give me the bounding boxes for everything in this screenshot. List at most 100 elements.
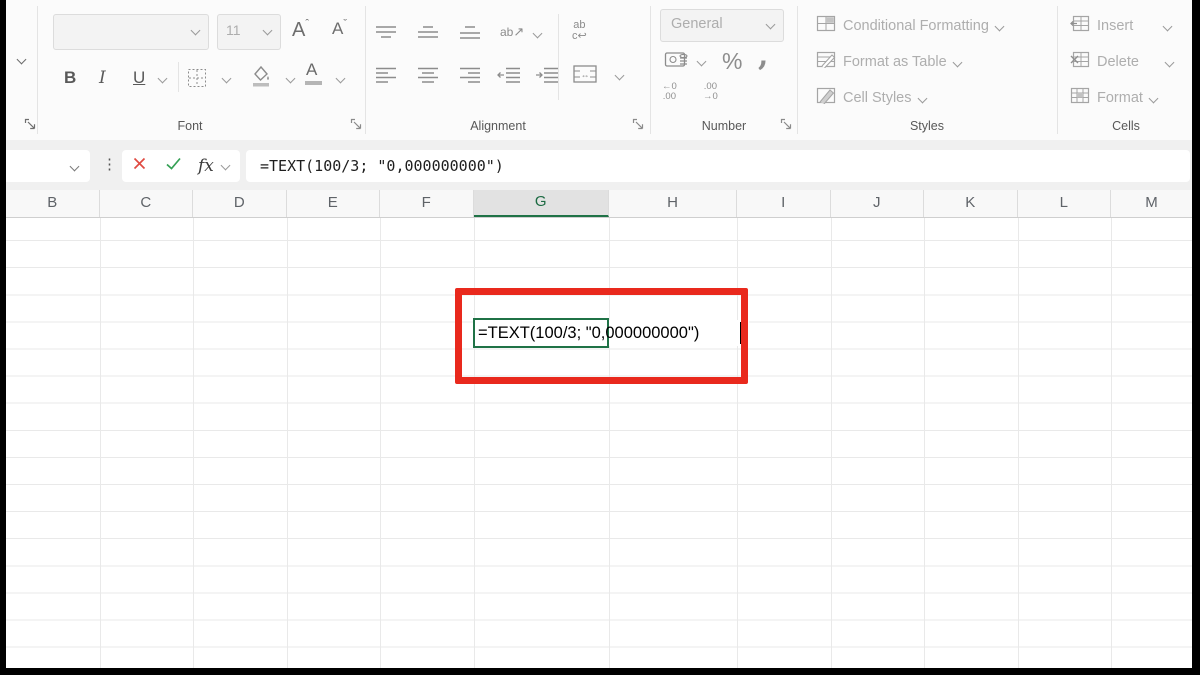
- fx-dropdown-chevron-icon[interactable]: [220, 160, 231, 170]
- align-middle-button[interactable]: [416, 24, 440, 42]
- grid-row-lines: [6, 218, 1192, 668]
- font-dialog-launcher-icon[interactable]: [350, 118, 363, 131]
- number-dialog-launcher-icon[interactable]: [780, 118, 793, 131]
- chevron-down-icon: [1164, 57, 1175, 67]
- column-header[interactable]: H: [609, 190, 737, 217]
- grid-column-line: [99, 218, 101, 668]
- grid-column-line: [286, 218, 288, 668]
- insert-function-button[interactable]: fx: [198, 156, 214, 176]
- column-header[interactable]: E: [287, 190, 380, 217]
- underline-button[interactable]: U: [133, 60, 145, 96]
- wrap-text-button[interactable]: ab c↩: [572, 20, 587, 42]
- wrap-arrow-icon: ↩: [577, 30, 587, 42]
- formula-bar: ⋮ fx =TEXT(100/3; "0,000000000"): [6, 140, 1192, 191]
- excel-app: 11 Aˆ Aˇ B I U A Font ab↗ ab c↩ ↔ Alignm…: [6, 0, 1192, 668]
- orientation-dropdown-chevron-icon[interactable]: [532, 28, 543, 39]
- borders-dropdown-chevron-icon[interactable]: [221, 73, 232, 84]
- accounting-dropdown-chevron-icon[interactable]: [696, 56, 707, 67]
- cell-styles-button[interactable]: Cell Styles: [816, 86, 927, 110]
- format-cells-button[interactable]: Format: [1070, 86, 1159, 110]
- insert-cells-icon: [1070, 15, 1090, 37]
- merge-center-button[interactable]: ↔: [572, 64, 598, 84]
- fill-color-dropdown-chevron-icon[interactable]: [285, 73, 296, 84]
- formula-input[interactable]: =TEXT(100/3; "0,000000000"): [246, 150, 1190, 182]
- font-group-label: Font: [177, 119, 203, 133]
- chevron-down-icon: [952, 57, 963, 67]
- font-name-select[interactable]: [53, 14, 209, 50]
- increase-indent-button[interactable]: [534, 66, 560, 84]
- group-separator: [797, 6, 798, 134]
- decrease-font-size-button[interactable]: Aˇ: [332, 18, 347, 39]
- align-right-button[interactable]: [458, 66, 482, 84]
- column-header[interactable]: J: [831, 190, 924, 217]
- decrease-decimal-button[interactable]: .00 →0: [703, 82, 718, 102]
- comma-style-button[interactable]: ,: [758, 38, 768, 73]
- chevron-down-icon: [994, 21, 1005, 31]
- column-header[interactable]: C: [100, 190, 193, 217]
- chevron-down-icon: [1148, 93, 1159, 103]
- column-header[interactable]: D: [193, 190, 287, 217]
- ribbon: 11 Aˆ Aˇ B I U A Font ab↗ ab c↩ ↔ Alignm…: [6, 0, 1192, 141]
- column-header[interactable]: L: [1018, 190, 1111, 217]
- grid-column-line: [1017, 218, 1019, 668]
- conditional-formatting-button[interactable]: Conditional Formatting: [816, 14, 1005, 38]
- font-color-dropdown-chevron-icon[interactable]: [335, 73, 346, 84]
- column-header[interactable]: M: [1111, 190, 1192, 217]
- italic-button[interactable]: I: [99, 60, 106, 96]
- format-as-table-button[interactable]: Format as Table: [816, 50, 963, 74]
- column-header[interactable]: I: [737, 190, 831, 217]
- cell-styles-icon: [816, 87, 836, 109]
- insert-cells-button[interactable]: Insert: [1070, 14, 1173, 38]
- underline-dropdown-chevron-icon[interactable]: [157, 73, 168, 84]
- formula-bar-grip-icon[interactable]: ⋮: [102, 140, 117, 190]
- grid-column-line: [924, 218, 925, 668]
- column-header-selected[interactable]: G: [473, 190, 609, 217]
- column-header[interactable]: K: [924, 190, 1018, 217]
- align-bottom-button[interactable]: [458, 24, 482, 42]
- delete-cells-icon: [1070, 51, 1090, 73]
- font-size-select[interactable]: 11: [217, 14, 281, 50]
- grid-column-line: [380, 218, 381, 668]
- alignment-dialog-launcher-icon[interactable]: [632, 118, 645, 131]
- group-separator: [650, 6, 651, 134]
- alignment-group-label: Alignment: [470, 119, 526, 133]
- column-header[interactable]: B: [6, 190, 100, 217]
- grid-column-line: [737, 218, 738, 668]
- align-top-button[interactable]: [374, 24, 398, 42]
- align-center-button[interactable]: [416, 66, 440, 84]
- divider: [178, 62, 179, 92]
- align-left-button[interactable]: [374, 66, 398, 84]
- grid-column-line: [473, 218, 475, 668]
- excel-window: { "ribbon": { "font": { "label": "Font",…: [0, 0, 1200, 675]
- name-box[interactable]: [6, 150, 90, 182]
- grid-column-line: [193, 218, 194, 668]
- format-as-table-icon: [816, 51, 836, 73]
- orientation-arrow-icon: ↗: [513, 24, 525, 39]
- accounting-format-button[interactable]: [664, 50, 690, 70]
- orientation-button[interactable]: ab↗: [500, 24, 524, 40]
- paste-dropdown-chevron-icon[interactable]: [16, 54, 27, 65]
- grid-column-line: [609, 218, 610, 668]
- name-box-chevron-icon[interactable]: [69, 161, 80, 172]
- fill-color-button[interactable]: [250, 64, 272, 88]
- cancel-button[interactable]: [132, 156, 147, 176]
- group-separator: [365, 6, 366, 134]
- bold-button[interactable]: B: [64, 60, 76, 96]
- clipboard-dialog-launcher-icon[interactable]: [24, 118, 37, 131]
- delete-cells-button[interactable]: Delete: [1070, 50, 1175, 74]
- increase-font-size-button[interactable]: Aˆ: [292, 18, 309, 42]
- font-color-button[interactable]: A: [305, 60, 322, 85]
- borders-button[interactable]: [186, 67, 208, 89]
- merge-dropdown-chevron-icon[interactable]: [614, 70, 625, 81]
- spreadsheet-grid[interactable]: =TEXT(100/3; "0,000000000"): [6, 218, 1192, 668]
- decrease-indent-button[interactable]: [496, 66, 522, 84]
- enter-button[interactable]: [165, 156, 182, 176]
- svg-text:↔: ↔: [581, 70, 590, 80]
- increase-decimal-button[interactable]: ←0.00: [662, 82, 677, 102]
- format-cells-icon: [1070, 87, 1090, 109]
- grid-column-line: [830, 218, 832, 668]
- column-header[interactable]: F: [380, 190, 474, 217]
- percent-style-button[interactable]: %: [722, 48, 742, 75]
- group-separator: [37, 6, 38, 134]
- font-size-value: 11: [226, 22, 241, 38]
